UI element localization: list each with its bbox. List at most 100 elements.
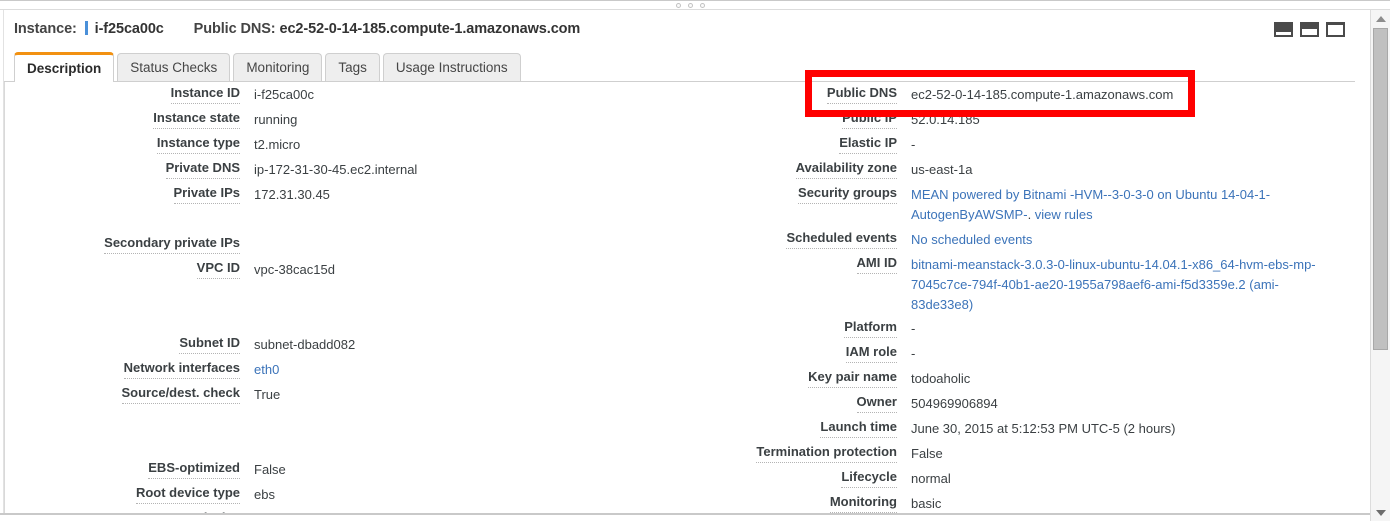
detail-row-label: Instance ID [5, 82, 240, 104]
detail-row-label-text: Subnet ID [179, 335, 240, 354]
detail-row-label: Instance state [5, 107, 240, 129]
detail-row-label-text: Security groups [798, 185, 897, 204]
detail-row-label: Public IP [665, 107, 897, 129]
detail-row-value: i-f25ca00c [254, 87, 314, 102]
detail-row-label-text: Instance type [156, 135, 240, 154]
instance-label: Instance: [14, 21, 77, 37]
detail-row: Platform - [665, 316, 1325, 341]
detail-row-value: todoaholic [911, 371, 971, 386]
detail-row: Instance type t2.micro [5, 132, 665, 157]
panel-bottom-small-icon[interactable] [1274, 22, 1293, 37]
scrollbar-thumb[interactable] [1373, 28, 1388, 350]
grip-dot-icon [700, 3, 705, 8]
detail-row-label: Private IPs [5, 182, 240, 204]
detail-row-value: vpc-38cac15d [254, 262, 335, 277]
detail-row-label-text: Source/dest. check [121, 385, 240, 404]
detail-row: Instance ID i-f25ca00c [5, 82, 665, 107]
scroll-down-icon [1375, 509, 1386, 516]
detail-row-label: Availability zone [665, 157, 897, 179]
detail-row-label: Secondary private IPs [5, 232, 240, 254]
detail-row-link[interactable]: bitnami-meanstack-3.0.3-0-linux-ubuntu-1… [911, 257, 1316, 312]
detail-row-label-text: Private IPs [173, 185, 240, 204]
description-tab-content: Instance ID i-f25ca00c Instance state runni… [4, 82, 1355, 513]
detail-row: Public DNS ec2-52-0-14-185.compute-1.amaz… [665, 82, 1325, 107]
detail-row-label-text: EBS-optimized [148, 460, 240, 479]
vertical-scrollbar[interactable] [1370, 10, 1390, 521]
detail-row: Private IPs 172.31.30.45 [5, 182, 665, 207]
detail-row-value: - [911, 321, 916, 336]
detail-row-label: Owner [665, 391, 897, 413]
panel-bottom-large-icon[interactable] [1326, 22, 1345, 37]
detail-row-value: ec2-52-0-14-185.compute-1.amazonaws.com [911, 87, 1174, 102]
detail-row: Subnet ID subnet-dbadd082 [5, 332, 665, 357]
detail-row: Availability zone us-east-1a [665, 157, 1325, 182]
detail-row-label-text: Availability zone [795, 160, 897, 179]
detail-row-value: 172.31.30.45 [254, 187, 330, 202]
detail-row-value[interactable]: bitnami-meanstack-3.0.3-0-linux-ubuntu-1… [897, 252, 1325, 315]
detail-row-label-text: Owner [856, 394, 897, 413]
instance-header: Instance: i-f25ca00c Public DNS: ec2-52-… [4, 10, 1355, 49]
detail-row-label: EBS-optimized [5, 457, 240, 479]
detail-row-label-text: Lifecycle [841, 469, 897, 488]
tab-status-checks[interactable]: Status Checks [117, 53, 231, 81]
detail-row: Secondary private IPs [5, 232, 665, 257]
detail-row-label-text: Secondary private IPs [104, 235, 240, 254]
detail-row-label-text: Elastic IP [839, 135, 897, 154]
detail-row-value [240, 232, 665, 235]
detail-row-value: normal [911, 471, 951, 486]
tab-usage-instructions[interactable]: Usage Instructions [382, 53, 521, 81]
panel-bottom-medium-icon[interactable] [1300, 22, 1319, 37]
detail-row-value: subnet-dbadd082 [254, 337, 356, 352]
detail-row-label: Root device type [5, 482, 240, 504]
view-rules-link[interactable]: view rules [1035, 207, 1093, 222]
detail-row-value: t2.micro [254, 137, 301, 152]
public-dns-label: Public DNS: [193, 21, 276, 37]
detail-row-label-text: Platform [844, 319, 897, 338]
detail-row-label-text: AMI ID [856, 255, 897, 274]
detail-row: VPC ID vpc-38cac15d [5, 257, 665, 282]
panel-grip-dots[interactable] [676, 3, 705, 8]
detail-row-label: Source/dest. check [5, 382, 240, 404]
detail-row: IAM role - [665, 341, 1325, 366]
detail-row: EBS-optimized False [5, 457, 665, 482]
detail-row-label: Security groups [665, 182, 897, 204]
scroll-up-button[interactable] [1371, 10, 1390, 27]
detail-row-separator: . [1027, 207, 1035, 222]
tab-tags[interactable]: Tags [325, 53, 380, 81]
detail-row-label: Network interfaces [5, 357, 240, 379]
detail-row: Network interfaces eth0 [5, 357, 665, 382]
detail-row-value: basic [911, 496, 942, 511]
detail-row-label-text: VPC ID [196, 260, 240, 279]
panel-layout-toggle-group [1274, 22, 1345, 37]
detail-row-value: False [911, 446, 943, 461]
scroll-down-button[interactable] [1371, 504, 1390, 521]
detail-row-value[interactable]: eth0 [240, 357, 665, 380]
tab-description[interactable]: Description [14, 52, 115, 82]
detail-row-label: Launch time [665, 416, 897, 438]
detail-row-label-text: Public DNS [826, 85, 897, 104]
detail-row: Owner 504969906894 [665, 391, 1325, 416]
detail-row-link[interactable]: eth0 [254, 362, 279, 377]
scroll-up-icon [1375, 15, 1386, 22]
detail-row-link[interactable]: No scheduled events [911, 232, 1032, 247]
detail-row-value: 52.0.14.185 [911, 112, 980, 127]
detail-row: Key pair name todoaholic [665, 366, 1325, 391]
detail-row-label-text: Private DNS [165, 160, 240, 179]
detail-row-value[interactable]: No scheduled events [897, 227, 1325, 250]
detail-row-value: False [254, 462, 286, 477]
detail-row-value[interactable]: MEAN powered by Bitnami -HVM--3-0-3-0 on… [897, 182, 1325, 225]
panel-resize-bar[interactable] [0, 0, 1390, 10]
detail-row-label-text: IAM role [845, 344, 897, 363]
tab-monitoring[interactable]: Monitoring [233, 53, 323, 81]
detail-row-value: 504969906894 [911, 396, 998, 411]
detail-row: Monitoring basic [665, 491, 1325, 513]
detail-row-label-text: Monitoring [829, 494, 897, 513]
grip-dot-icon [676, 3, 681, 8]
detail-row: Instance state running [5, 107, 665, 132]
instance-header-text: Instance: i-f25ca00c Public DNS: ec2-52-… [14, 21, 580, 37]
detail-row-spacer [5, 282, 665, 307]
detail-row: Elastic IP - [665, 132, 1325, 157]
detail-row-label: Monitoring [665, 491, 897, 513]
detail-row-label: VPC ID [5, 257, 240, 279]
detail-row-label-text: Instance ID [170, 85, 240, 104]
